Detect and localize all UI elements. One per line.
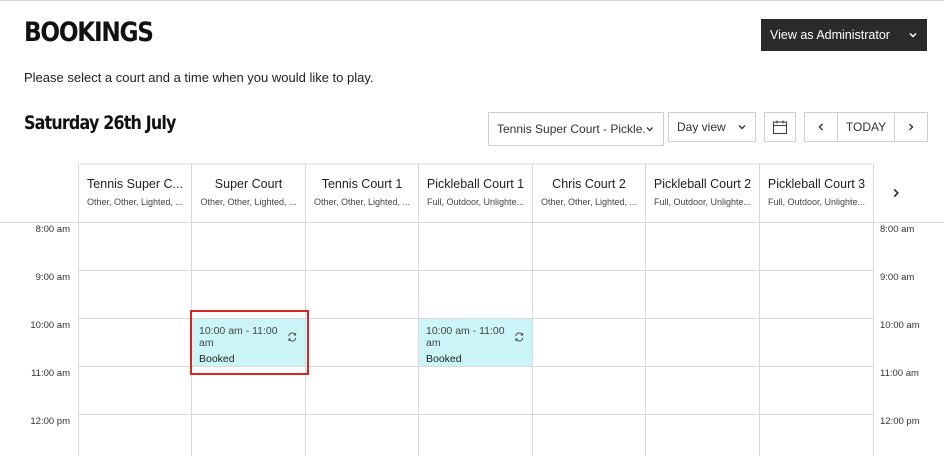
next-courts-button[interactable] bbox=[890, 186, 902, 202]
court-meta: Other, Other, Lighted, ... bbox=[200, 197, 297, 207]
selection-highlight bbox=[190, 310, 309, 375]
column-header-court[interactable]: Super Court Other, Other, Lighted, ... bbox=[192, 164, 305, 222]
time-label: 12:00 pm bbox=[880, 416, 920, 427]
time-label: 10:00 am bbox=[30, 320, 70, 331]
booking-status: Booked bbox=[426, 353, 462, 365]
court-name: Chris Court 2 bbox=[552, 177, 626, 191]
booking-time: 10:00 am - 11:00 am bbox=[426, 325, 505, 349]
time-label: 10:00 am bbox=[880, 320, 920, 331]
column-header-court[interactable]: Chris Court 2 Other, Other, Lighted, ... bbox=[533, 164, 645, 222]
court-meta: Full, Outdoor, Unlighte... bbox=[767, 197, 866, 207]
time-label: 8:00 am bbox=[35, 224, 70, 235]
recurring-icon bbox=[515, 332, 524, 342]
booking-block[interactable]: 10:00 am - 11:00 am Booked bbox=[419, 319, 532, 366]
time-label: 11:00 am bbox=[31, 368, 70, 379]
court-name: Pickleball Court 1 bbox=[426, 177, 525, 191]
time-label: 8:00 am bbox=[880, 224, 915, 235]
schedule-grid-lines bbox=[0, 163, 944, 456]
court-name: Tennis Court 1 bbox=[321, 177, 403, 191]
time-label: 11:00 am bbox=[880, 368, 919, 379]
time-label: 9:00 am bbox=[880, 272, 915, 283]
court-meta: Full, Outdoor, Unlighte... bbox=[426, 197, 525, 207]
time-label: 9:00 am bbox=[35, 272, 70, 283]
court-meta: Full, Outdoor, Unlighte... bbox=[653, 197, 752, 207]
court-name: Super Court bbox=[214, 177, 283, 191]
column-header-court[interactable]: Pickleball Court 3 Full, Outdoor, Unligh… bbox=[760, 164, 873, 222]
court-name: Pickleball Court 2 bbox=[653, 177, 752, 191]
court-name: Tennis Super C... bbox=[87, 177, 183, 191]
court-name: Pickleball Court 3 bbox=[767, 177, 866, 191]
court-meta: Other, Other, Lighted, ... bbox=[313, 197, 411, 207]
chevron-right-icon bbox=[893, 188, 899, 198]
court-meta: Other, Other, Lighted, ... bbox=[540, 197, 638, 207]
column-header-court[interactable]: Pickleball Court 1 Full, Outdoor, Unligh… bbox=[419, 164, 532, 222]
column-header-court[interactable]: Tennis Super C... Other, Other, Lighted,… bbox=[79, 164, 191, 222]
column-header-court[interactable]: Tennis Court 1 Other, Other, Lighted, ..… bbox=[306, 164, 418, 222]
court-meta: Other, Other, Lighted, ... bbox=[86, 197, 184, 207]
time-label: 12:00 pm bbox=[30, 416, 70, 427]
column-header-court[interactable]: Pickleball Court 2 Full, Outdoor, Unligh… bbox=[646, 164, 759, 222]
